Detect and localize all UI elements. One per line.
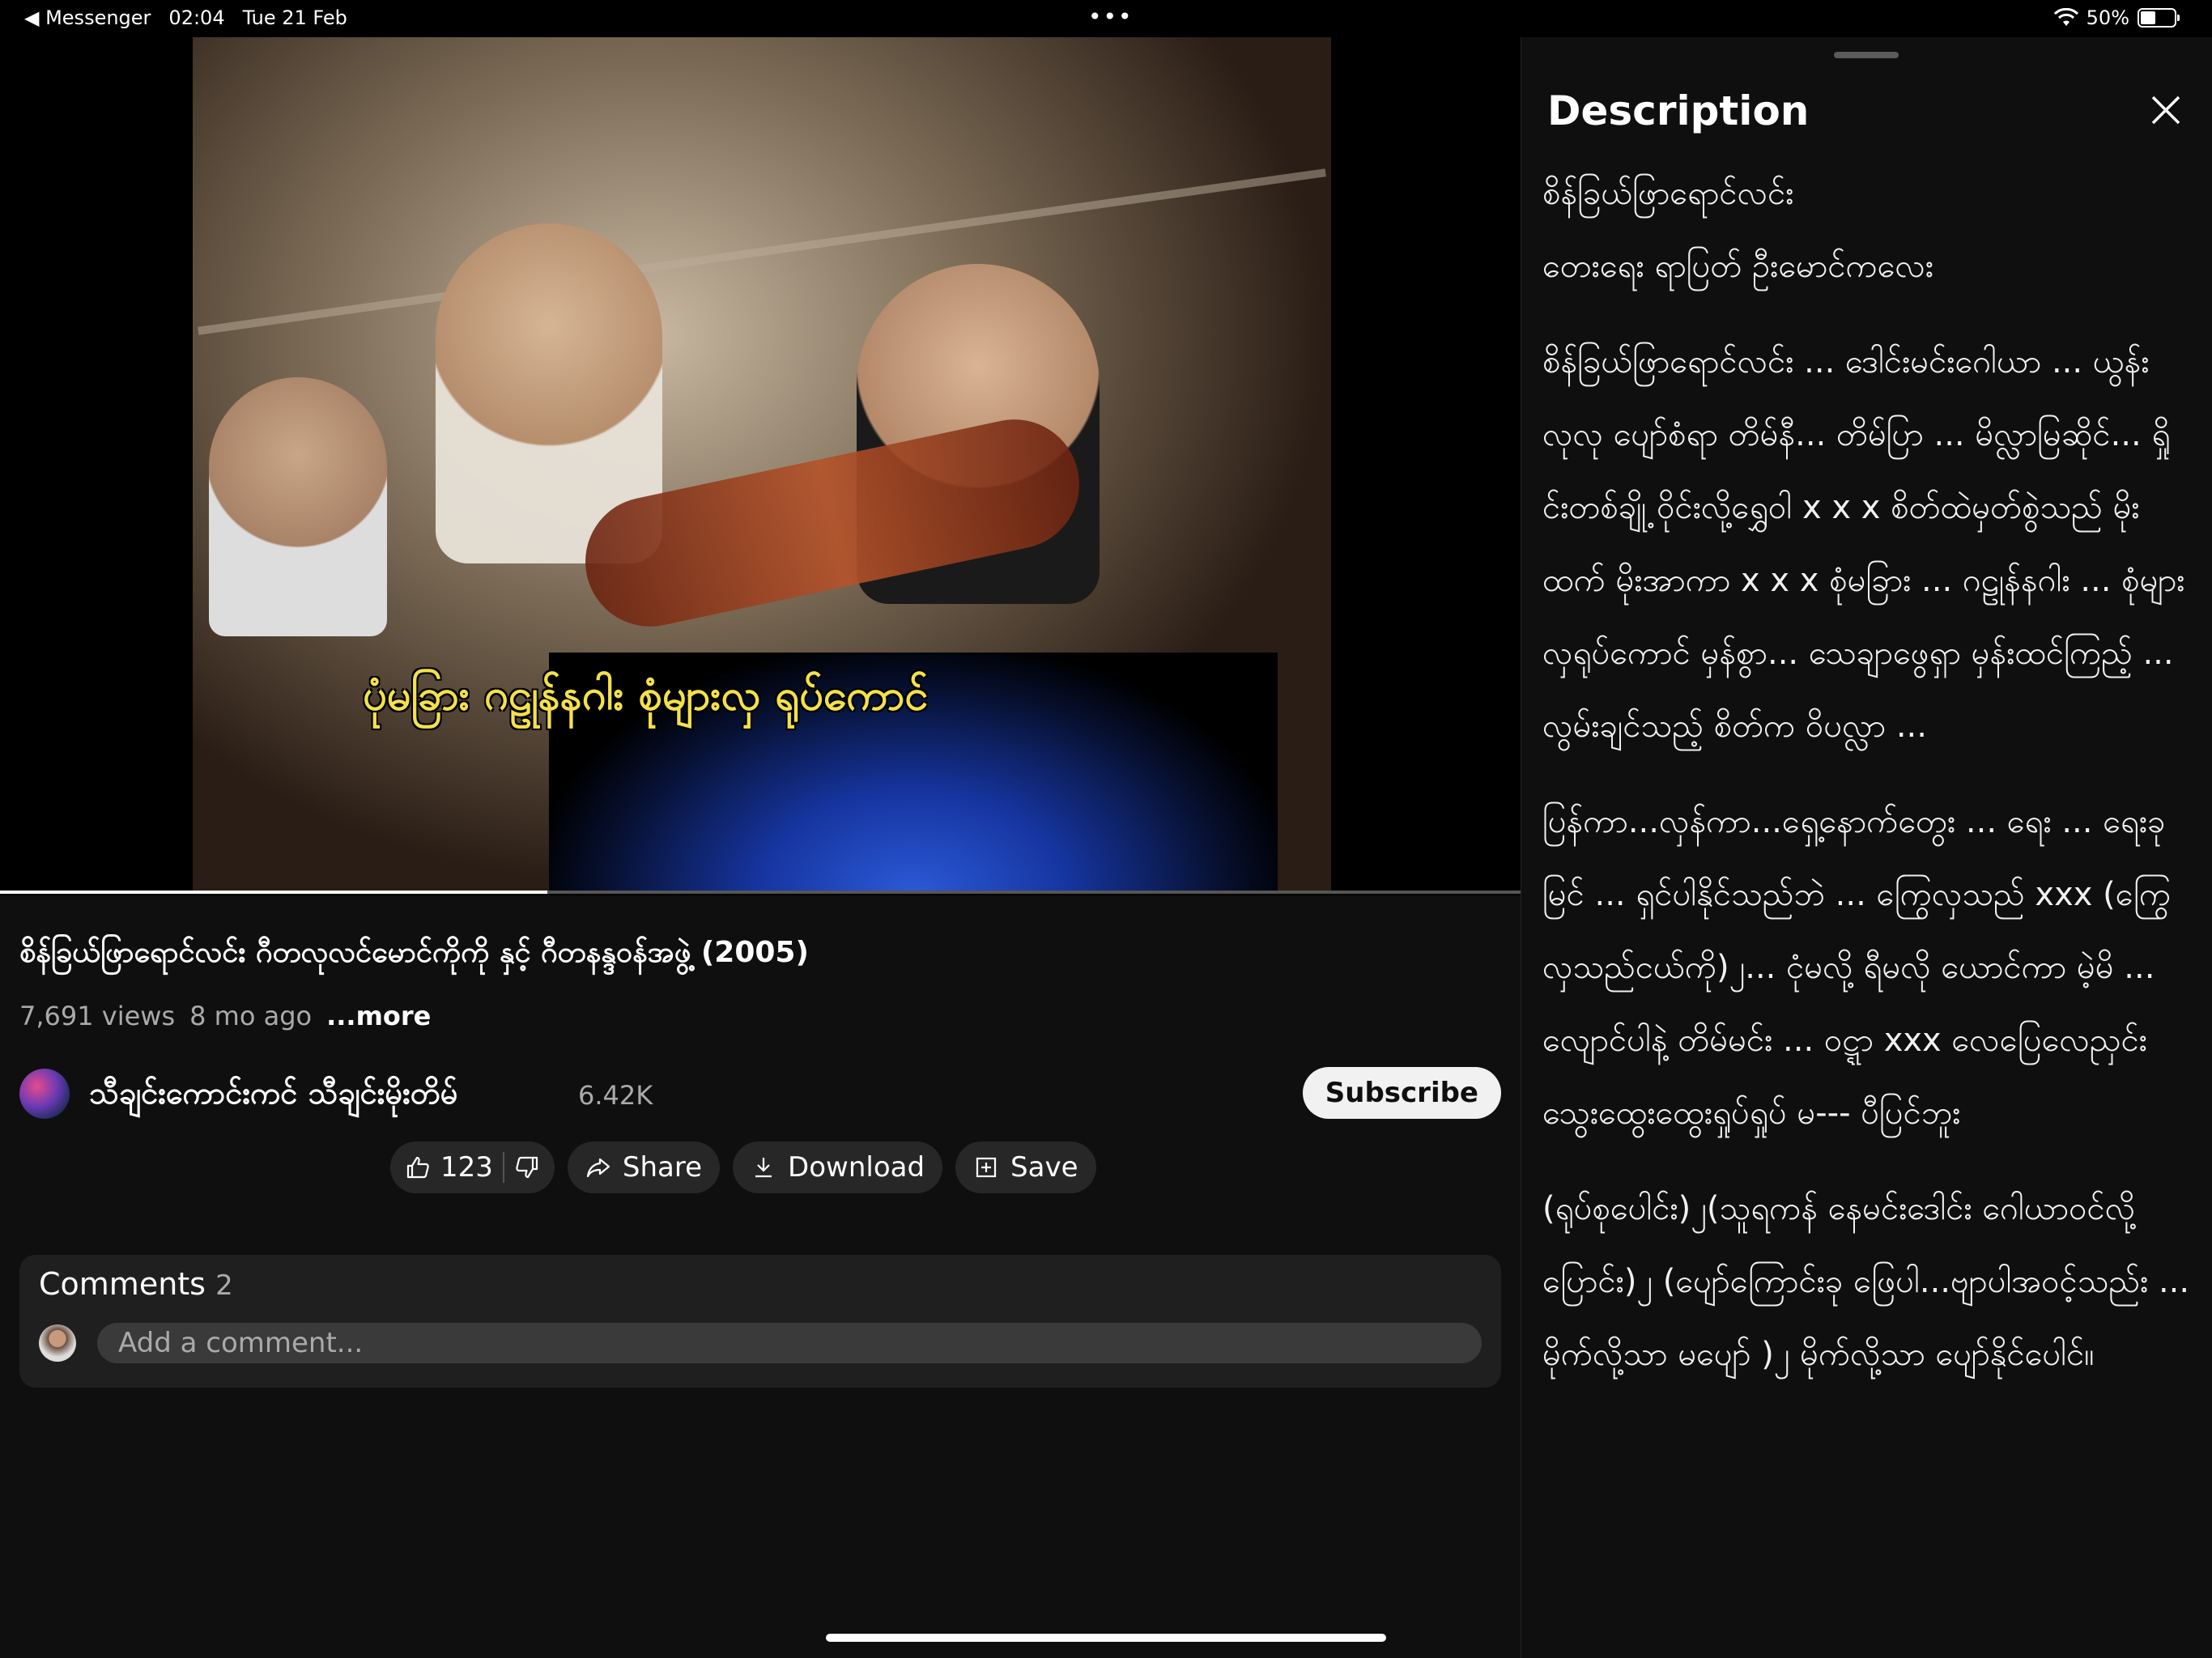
- description-panel: Description စိန်ခြယ်ဖြာရောင်လင်း တေးရေး …: [1521, 37, 2212, 1658]
- video-progress-bar[interactable]: [0, 891, 1521, 894]
- thumbs-up-icon[interactable]: [405, 1154, 431, 1180]
- comments-header[interactable]: Comments 2: [39, 1266, 233, 1302]
- comments-count: 2: [215, 1269, 233, 1302]
- comments-section[interactable]: Comments 2 Add a comment...: [19, 1255, 1501, 1388]
- channel-name[interactable]: သီချင်းကောင်းကင် သီချင်းမိုးတိမ်: [89, 1073, 457, 1119]
- more-link[interactable]: ...more: [326, 1001, 431, 1031]
- status-time: 02:04: [168, 6, 225, 29]
- description-paragraph: ပြန်ကာ...လှန်ကာ...ရှေ့နောက်တွေး ... ရေး …: [1542, 803, 2172, 1132]
- user-avatar: [39, 1324, 76, 1362]
- video-player[interactable]: ပုံမခြား ဂဠုန်နဂါး စုံများလှ ရုပ်ကောင်: [0, 37, 1521, 895]
- download-button[interactable]: Download: [733, 1141, 943, 1193]
- save-label: Save: [1010, 1151, 1078, 1184]
- description-text: စိန်ခြယ်ဖြာရောင်လင်း တေးရေး ရာပြတ် ဦးမော…: [1542, 157, 2190, 1414]
- battery-percent: 50%: [2086, 6, 2129, 29]
- action-bar: 123 Share Download Save: [390, 1141, 1096, 1193]
- download-label: Download: [788, 1151, 925, 1184]
- close-icon[interactable]: [2142, 86, 2190, 134]
- share-label: Share: [622, 1151, 703, 1184]
- subscriber-count: 6.42K: [578, 1080, 653, 1111]
- video-subtitle-overlay: ပုံမခြား ဂဠုန်နဂါး စုံများလှ ရုပ်ကောင်: [363, 671, 929, 720]
- like-dislike-group: 123: [390, 1141, 555, 1193]
- panel-title: Description: [1547, 87, 1810, 134]
- video-column: ပုံမခြား ဂဠုန်နဂါး စုံများလှ ရုပ်ကောင် စ…: [0, 37, 1521, 1658]
- multitasking-dots[interactable]: •••: [1088, 3, 1134, 30]
- like-count[interactable]: 123: [440, 1151, 493, 1184]
- video-title[interactable]: စိန်ခြယ်ဖြာရောင်လင်း ဂီတလုလင်မောင်ကိုကို…: [19, 934, 1501, 971]
- like-divider: [502, 1152, 504, 1183]
- description-paragraph: စိန်ခြယ်ဖြာရောင်လင်း ... ဒေါင်းမင်းဂေါယာ…: [1542, 343, 2185, 745]
- video-meta[interactable]: 7,691 views 8 mo ago ...more: [19, 1001, 431, 1031]
- channel-row: သီချင်းကောင်းကင် သီချင်းမိုးတိမ် 6.42K S…: [19, 1061, 1501, 1125]
- share-icon: [586, 1158, 610, 1178]
- upload-age: 8 mo ago: [189, 1001, 313, 1031]
- description-line: စိန်ခြယ်ဖြာရောင်လင်း: [1542, 175, 1794, 212]
- comments-label: Comments: [39, 1266, 206, 1302]
- home-indicator[interactable]: [826, 1634, 1386, 1642]
- save-playlist-icon: [976, 1157, 997, 1178]
- description-paragraph: (ရုပ်စုပေါင်း)၂(သူရကန် နေမင်းဒေါင်း ဂေါယ…: [1542, 1190, 2190, 1373]
- share-button[interactable]: Share: [567, 1141, 721, 1193]
- status-date: Tue 21 Feb: [242, 6, 347, 29]
- view-count: 7,691 views: [19, 1001, 176, 1031]
- download-icon: [755, 1158, 772, 1178]
- battery-icon: [2138, 8, 2180, 28]
- video-progress-fill: [0, 891, 548, 894]
- thumbs-down-icon[interactable]: [514, 1154, 540, 1180]
- add-comment-input[interactable]: Add a comment...: [97, 1323, 1482, 1363]
- subscribe-button[interactable]: Subscribe: [1302, 1067, 1501, 1119]
- channel-avatar[interactable]: [19, 1069, 70, 1119]
- video-frame[interactable]: ပုံမခြား ဂဠုန်နဂါး စုံများလှ ရုပ်ကောင်: [193, 37, 1331, 891]
- back-to-app-link[interactable]: ◀ Messenger: [24, 6, 151, 29]
- status-bar: ◀ Messenger 02:04 Tue 21 Feb ••• 50%: [0, 0, 2212, 37]
- wifi-icon: [2053, 8, 2078, 26]
- description-line: တေးရေး ရာပြတ် ဦးမောင်ကလေး: [1542, 248, 1934, 285]
- panel-drag-handle[interactable]: [1834, 52, 1899, 58]
- save-button[interactable]: Save: [955, 1141, 1096, 1193]
